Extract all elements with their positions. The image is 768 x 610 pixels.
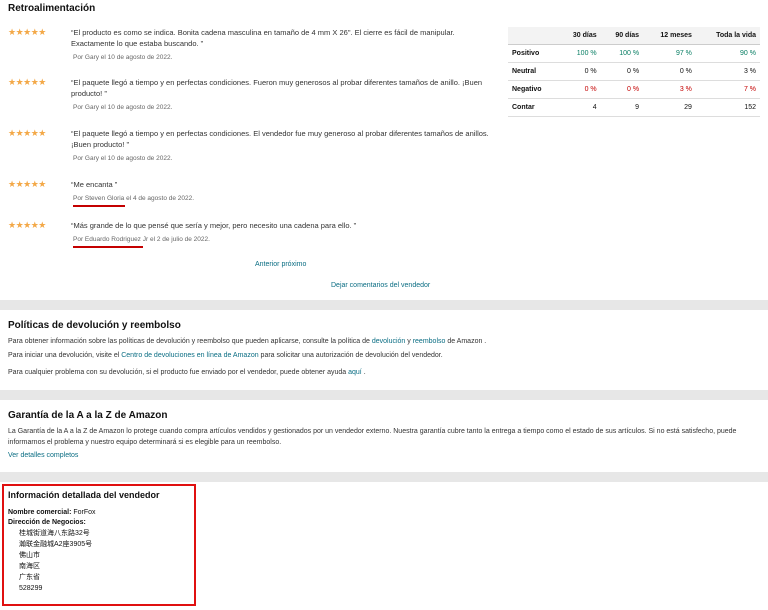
text: para solicitar una autorización de devol… — [258, 352, 443, 359]
section-divider — [0, 390, 768, 400]
guarantee-details-link[interactable]: Ver detalles completos — [8, 452, 78, 459]
returns-title: Políticas de devolución y reembolso — [8, 320, 181, 331]
leave-feedback-link[interactable]: Dejar comentarios del vendedor — [331, 282, 430, 289]
review-byline: Por Eduardo Rodriguez Jr el 2 de julio d… — [73, 236, 210, 243]
returns-paragraph-2: Para iniciar una devolución, visite el C… — [8, 350, 758, 361]
row-label: Positivo — [508, 44, 559, 63]
business-address-label: Dirección de Negocios: — [8, 519, 86, 526]
table-cell: 0 % — [558, 62, 601, 81]
row-label: Negativo — [508, 80, 559, 99]
text: . — [361, 369, 366, 376]
rating-stars: ★★★★★ — [8, 179, 46, 189]
row-label: Contar — [508, 98, 559, 117]
table-cell: 90 % — [695, 44, 760, 63]
table-cell: 3 % — [695, 62, 760, 81]
table-cell: 100 % — [600, 44, 644, 63]
business-address: 桂城街道海八东路32号 瀚联金融城A2座3905号 佛山市 南海区 广东省 52… — [19, 528, 92, 594]
text: Para iniciar una devolución, visite el — [8, 352, 122, 359]
table-cell: 3 % — [643, 80, 696, 99]
address-line: 广东省 — [19, 574, 40, 581]
table-header: 30 días — [558, 27, 601, 45]
seller-name-label: Nombre comercial: — [8, 509, 72, 516]
returns-center-link[interactable]: Centro de devoluciones en línea de Amazo… — [121, 352, 258, 359]
table-row: Contar 4 9 29 152 — [508, 98, 760, 117]
review-text: “Más grande de lo que pensé que sería y … — [71, 221, 357, 230]
table-cell: 0 % — [600, 62, 644, 81]
seller-info-title: Información detallada del vendedor — [8, 490, 160, 500]
table-cell: 29 — [643, 98, 696, 117]
review-text: “El producto es como se indica. Bonita c… — [71, 28, 455, 48]
review-text: “El paquete llegó a tiempo y en perfecta… — [71, 129, 489, 149]
help-link[interactable]: aquí — [348, 369, 362, 376]
address-line: 桂城街道海八东路32号 — [19, 530, 90, 537]
table-header-row: 30 días 90 días 12 meses Toda la vida — [508, 27, 760, 45]
review-text: “El paquete llegó a tiempo y en perfecta… — [71, 78, 483, 98]
returns-link[interactable]: devolución — [372, 338, 405, 345]
address-line: 佛山市 — [19, 552, 40, 559]
table-cell: 4 — [558, 98, 601, 117]
review-byline: Por Gary el 10 de agosto de 2022. — [73, 155, 173, 162]
feedback-stats-table: 30 días 90 días 12 meses Toda la vida Po… — [508, 27, 760, 117]
review-byline: Por Gary el 10 de agosto de 2022. — [73, 54, 173, 61]
review-text: “Me encanta ” — [71, 180, 118, 189]
rating-stars: ★★★★★ — [8, 220, 46, 230]
table-header: 12 meses — [643, 27, 696, 45]
section-divider — [0, 300, 768, 310]
section-divider — [0, 472, 768, 482]
address-line: 南海区 — [19, 563, 40, 570]
table-row: Neutral 0 % 0 % 0 % 3 % — [508, 62, 760, 81]
rating-stars: ★★★★★ — [8, 27, 46, 37]
address-line: 528299 — [19, 585, 43, 592]
text: y — [405, 338, 413, 345]
red-underline — [73, 205, 125, 207]
table-cell: 0 % — [643, 62, 696, 81]
rating-stars: ★★★★★ — [8, 77, 46, 87]
table-header: Toda la vida — [695, 27, 760, 45]
text: Para obtener información sobre las polít… — [8, 338, 372, 345]
review-byline: Por Gary el 10 de agosto de 2022. — [73, 104, 173, 111]
feedback-title: Retroalimentación — [8, 3, 96, 14]
returns-paragraph-3: Para cualquier problema con su devolució… — [8, 367, 758, 378]
table-row: Negativo 0 % 0 % 3 % 7 % — [508, 80, 760, 99]
table-cell: 100 % — [558, 44, 601, 63]
address-line: 瀚联金融城A2座3905号 — [19, 541, 93, 548]
table-cell: 0 % — [600, 80, 644, 99]
text: Para cualquier problema con su devolució… — [8, 369, 349, 376]
table-row: Positivo 100 % 100 % 97 % 90 % — [508, 44, 760, 63]
text: de Amazon . — [445, 338, 487, 345]
table-header — [508, 27, 559, 45]
guarantee-title: Garantía de la A a la Z de Amazon — [8, 410, 168, 421]
row-label: Neutral — [508, 62, 559, 81]
table-cell: 9 — [600, 98, 644, 117]
refund-link[interactable]: reembolso — [413, 338, 446, 345]
table-cell: 97 % — [643, 44, 696, 63]
table-cell: 152 — [695, 98, 760, 117]
seller-name-value: ForFox — [73, 509, 96, 516]
table-cell: 7 % — [695, 80, 760, 99]
guarantee-text: La Garantía de la A a la Z de Amazon lo … — [8, 428, 737, 446]
review-byline: Por Steven Gloria el 4 de agosto de 2022… — [73, 195, 195, 202]
rating-stars: ★★★★★ — [8, 128, 46, 138]
red-underline — [73, 246, 143, 248]
table-header: 90 días — [600, 27, 644, 45]
pagination-link[interactable]: Anterior próximo — [255, 261, 306, 268]
returns-paragraph-1: Para obtener información sobre las polít… — [8, 336, 758, 347]
table-cell: 0 % — [558, 80, 601, 99]
